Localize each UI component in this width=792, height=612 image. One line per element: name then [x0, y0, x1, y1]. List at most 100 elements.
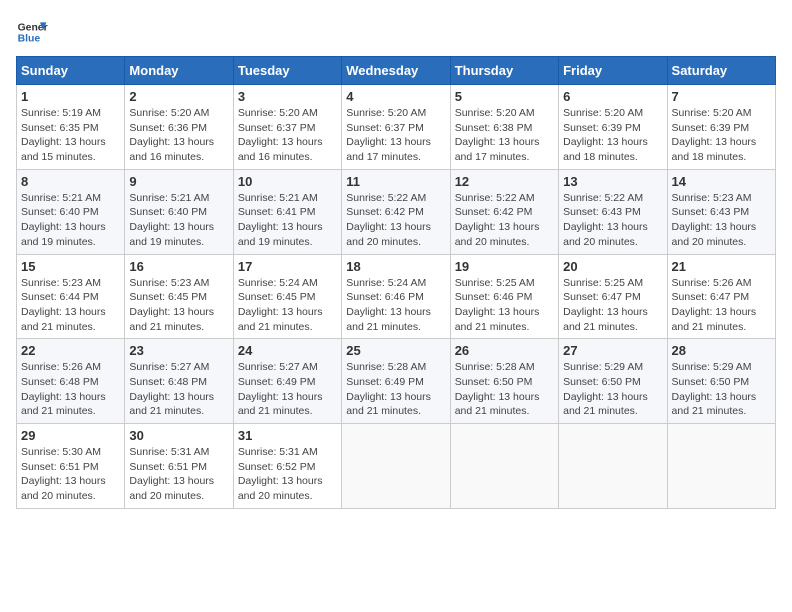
day-info: Sunrise: 5:31 AMSunset: 6:52 PMDaylight:… [238, 445, 337, 504]
day-number: 10 [238, 174, 337, 189]
day-info: Sunrise: 5:20 AMSunset: 6:37 PMDaylight:… [238, 106, 337, 165]
day-info: Sunrise: 5:25 AMSunset: 6:47 PMDaylight:… [563, 276, 662, 335]
calendar-cell: 28 Sunrise: 5:29 AMSunset: 6:50 PMDayligh… [667, 339, 775, 424]
calendar-cell: 22 Sunrise: 5:26 AMSunset: 6:48 PMDayligh… [17, 339, 125, 424]
calendar-cell: 26 Sunrise: 5:28 AMSunset: 6:50 PMDayligh… [450, 339, 558, 424]
day-number: 13 [563, 174, 662, 189]
day-info: Sunrise: 5:20 AMSunset: 6:37 PMDaylight:… [346, 106, 445, 165]
calendar-cell: 30 Sunrise: 5:31 AMSunset: 6:51 PMDayligh… [125, 424, 233, 509]
day-number: 24 [238, 343, 337, 358]
day-number: 19 [455, 259, 554, 274]
day-info: Sunrise: 5:29 AMSunset: 6:50 PMDaylight:… [672, 360, 771, 419]
day-number: 27 [563, 343, 662, 358]
calendar-cell: 5 Sunrise: 5:20 AMSunset: 6:38 PMDaylight… [450, 85, 558, 170]
weekday-thursday: Thursday [450, 57, 558, 85]
day-info: Sunrise: 5:22 AMSunset: 6:42 PMDaylight:… [346, 191, 445, 250]
day-info: Sunrise: 5:21 AMSunset: 6:40 PMDaylight:… [129, 191, 228, 250]
logo-icon: General Blue [16, 16, 48, 48]
weekday-friday: Friday [559, 57, 667, 85]
day-number: 30 [129, 428, 228, 443]
day-number: 29 [21, 428, 120, 443]
weekday-tuesday: Tuesday [233, 57, 341, 85]
day-number: 18 [346, 259, 445, 274]
day-number: 11 [346, 174, 445, 189]
day-info: Sunrise: 5:31 AMSunset: 6:51 PMDaylight:… [129, 445, 228, 504]
day-info: Sunrise: 5:24 AMSunset: 6:46 PMDaylight:… [346, 276, 445, 335]
day-number: 8 [21, 174, 120, 189]
week-row-0: 1 Sunrise: 5:19 AMSunset: 6:35 PMDaylight… [17, 85, 776, 170]
day-info: Sunrise: 5:20 AMSunset: 6:39 PMDaylight:… [672, 106, 771, 165]
calendar-cell: 11 Sunrise: 5:22 AMSunset: 6:42 PMDayligh… [342, 169, 450, 254]
week-row-3: 22 Sunrise: 5:26 AMSunset: 6:48 PMDayligh… [17, 339, 776, 424]
day-info: Sunrise: 5:22 AMSunset: 6:43 PMDaylight:… [563, 191, 662, 250]
week-row-2: 15 Sunrise: 5:23 AMSunset: 6:44 PMDayligh… [17, 254, 776, 339]
day-number: 23 [129, 343, 228, 358]
calendar-cell: 23 Sunrise: 5:27 AMSunset: 6:48 PMDayligh… [125, 339, 233, 424]
day-info: Sunrise: 5:21 AMSunset: 6:41 PMDaylight:… [238, 191, 337, 250]
day-number: 9 [129, 174, 228, 189]
day-number: 15 [21, 259, 120, 274]
calendar-cell: 18 Sunrise: 5:24 AMSunset: 6:46 PMDayligh… [342, 254, 450, 339]
calendar-cell: 31 Sunrise: 5:31 AMSunset: 6:52 PMDayligh… [233, 424, 341, 509]
day-number: 16 [129, 259, 228, 274]
day-info: Sunrise: 5:26 AMSunset: 6:48 PMDaylight:… [21, 360, 120, 419]
calendar-cell: 24 Sunrise: 5:27 AMSunset: 6:49 PMDayligh… [233, 339, 341, 424]
day-info: Sunrise: 5:28 AMSunset: 6:50 PMDaylight:… [455, 360, 554, 419]
day-info: Sunrise: 5:28 AMSunset: 6:49 PMDaylight:… [346, 360, 445, 419]
calendar-cell: 9 Sunrise: 5:21 AMSunset: 6:40 PMDaylight… [125, 169, 233, 254]
day-number: 20 [563, 259, 662, 274]
day-info: Sunrise: 5:30 AMSunset: 6:51 PMDaylight:… [21, 445, 120, 504]
day-info: Sunrise: 5:19 AMSunset: 6:35 PMDaylight:… [21, 106, 120, 165]
day-info: Sunrise: 5:23 AMSunset: 6:44 PMDaylight:… [21, 276, 120, 335]
calendar-cell: 8 Sunrise: 5:21 AMSunset: 6:40 PMDaylight… [17, 169, 125, 254]
week-row-1: 8 Sunrise: 5:21 AMSunset: 6:40 PMDaylight… [17, 169, 776, 254]
day-info: Sunrise: 5:20 AMSunset: 6:39 PMDaylight:… [563, 106, 662, 165]
day-number: 1 [21, 89, 120, 104]
calendar-cell: 13 Sunrise: 5:22 AMSunset: 6:43 PMDayligh… [559, 169, 667, 254]
day-info: Sunrise: 5:23 AMSunset: 6:45 PMDaylight:… [129, 276, 228, 335]
day-number: 26 [455, 343, 554, 358]
day-info: Sunrise: 5:21 AMSunset: 6:40 PMDaylight:… [21, 191, 120, 250]
day-number: 7 [672, 89, 771, 104]
calendar-cell: 16 Sunrise: 5:23 AMSunset: 6:45 PMDayligh… [125, 254, 233, 339]
day-number: 28 [672, 343, 771, 358]
day-number: 5 [455, 89, 554, 104]
day-number: 14 [672, 174, 771, 189]
day-number: 22 [21, 343, 120, 358]
day-info: Sunrise: 5:20 AMSunset: 6:36 PMDaylight:… [129, 106, 228, 165]
calendar-cell: 20 Sunrise: 5:25 AMSunset: 6:47 PMDayligh… [559, 254, 667, 339]
weekday-wednesday: Wednesday [342, 57, 450, 85]
day-number: 4 [346, 89, 445, 104]
calendar-cell: 14 Sunrise: 5:23 AMSunset: 6:43 PMDayligh… [667, 169, 775, 254]
weekday-saturday: Saturday [667, 57, 775, 85]
calendar-cell: 10 Sunrise: 5:21 AMSunset: 6:41 PMDayligh… [233, 169, 341, 254]
day-info: Sunrise: 5:27 AMSunset: 6:49 PMDaylight:… [238, 360, 337, 419]
calendar-cell: 17Sunrise: 5:24 AMSunset: 6:45 PMDayligh… [233, 254, 341, 339]
day-number: 31 [238, 428, 337, 443]
day-info: Sunrise: 5:23 AMSunset: 6:43 PMDaylight:… [672, 191, 771, 250]
calendar-cell: 27 Sunrise: 5:29 AMSunset: 6:50 PMDayligh… [559, 339, 667, 424]
svg-text:Blue: Blue [18, 34, 41, 45]
calendar-cell: 12Sunrise: 5:22 AMSunset: 6:42 PMDayligh… [450, 169, 558, 254]
calendar-cell: 6Sunrise: 5:20 AMSunset: 6:39 PMDaylight… [559, 85, 667, 170]
calendar-cell: 21Sunrise: 5:26 AMSunset: 6:47 PMDayligh… [667, 254, 775, 339]
calendar-cell: 1 Sunrise: 5:19 AMSunset: 6:35 PMDaylight… [17, 85, 125, 170]
day-info: Sunrise: 5:24 AMSunset: 6:45 PMDaylight:… [238, 276, 337, 335]
calendar-cell [559, 424, 667, 509]
day-info: Sunrise: 5:29 AMSunset: 6:50 PMDaylight:… [563, 360, 662, 419]
week-row-4: 29 Sunrise: 5:30 AMSunset: 6:51 PMDayligh… [17, 424, 776, 509]
calendar: SundayMondayTuesdayWednesdayThursdayFrid… [16, 56, 776, 509]
logo: General Blue [16, 16, 48, 48]
calendar-cell: 25Sunrise: 5:28 AMSunset: 6:49 PMDayligh… [342, 339, 450, 424]
calendar-cell [667, 424, 775, 509]
weekday-sunday: Sunday [17, 57, 125, 85]
calendar-cell [450, 424, 558, 509]
weekday-monday: Monday [125, 57, 233, 85]
day-number: 12 [455, 174, 554, 189]
day-info: Sunrise: 5:20 AMSunset: 6:38 PMDaylight:… [455, 106, 554, 165]
calendar-cell: 3Sunrise: 5:20 AMSunset: 6:37 PMDaylight… [233, 85, 341, 170]
calendar-cell: 2Sunrise: 5:20 AMSunset: 6:36 PMDaylight… [125, 85, 233, 170]
header: General Blue [16, 16, 776, 48]
calendar-cell: 7 Sunrise: 5:20 AMSunset: 6:39 PMDaylight… [667, 85, 775, 170]
day-info: Sunrise: 5:27 AMSunset: 6:48 PMDaylight:… [129, 360, 228, 419]
